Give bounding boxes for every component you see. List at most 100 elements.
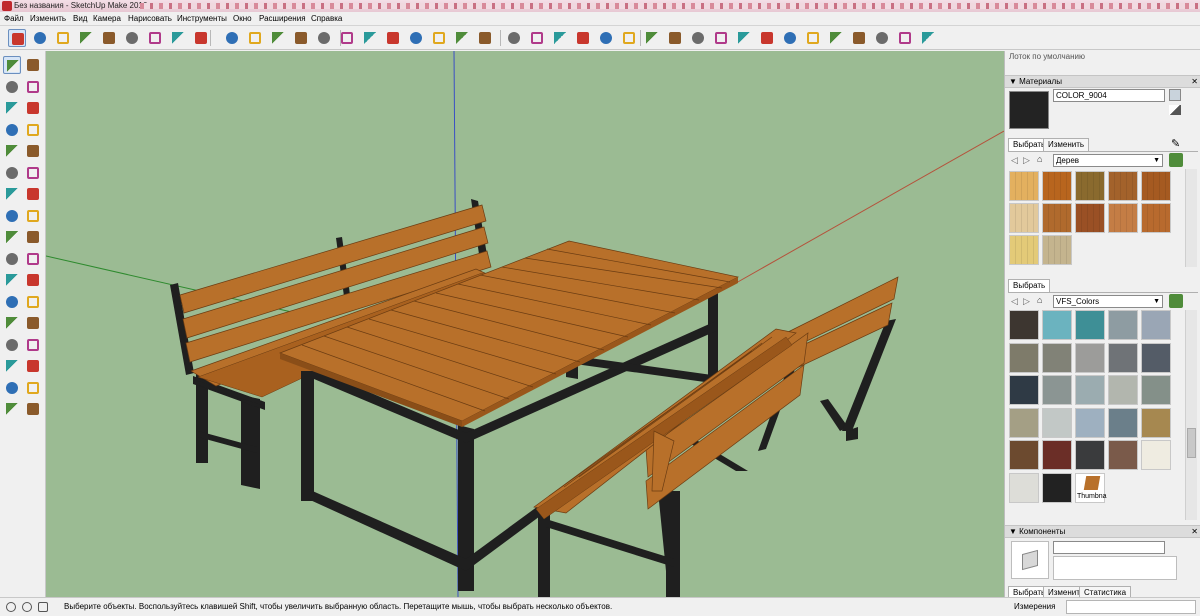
rotate-tool-button[interactable] xyxy=(3,207,21,225)
color-material-swatch[interactable] xyxy=(1075,310,1105,340)
soften-button[interactable] xyxy=(574,29,592,47)
color-material-swatch[interactable] xyxy=(1009,472,1039,503)
wood-material-swatch[interactable] xyxy=(1009,235,1039,265)
create-material-icon[interactable] xyxy=(1169,89,1181,101)
component-name-field[interactable] xyxy=(1053,541,1165,554)
drawing-area[interactable] xyxy=(46,51,1004,597)
select-button[interactable] xyxy=(8,29,26,47)
zoom-tool-button[interactable] xyxy=(3,336,21,354)
component-tool-button[interactable] xyxy=(24,56,42,74)
zoom-window-tool-button[interactable] xyxy=(24,336,42,354)
offset-button[interactable] xyxy=(292,29,310,47)
color-material-swatch[interactable] xyxy=(1075,375,1105,405)
wood-material-swatch[interactable] xyxy=(1042,171,1072,201)
plugin-dot-button[interactable] xyxy=(804,29,822,47)
orbit-tool-button[interactable] xyxy=(3,314,21,332)
color-collection-select[interactable]: VFS_Colors ▼ xyxy=(1053,295,1163,308)
color-material-swatch[interactable] xyxy=(1108,310,1138,340)
color-material-swatch[interactable] xyxy=(1108,375,1138,405)
circle-tool-button[interactable] xyxy=(3,142,21,160)
plugin-rt-button[interactable] xyxy=(712,29,730,47)
model-view[interactable] xyxy=(46,51,1004,597)
color-material-swatch[interactable] xyxy=(1108,440,1138,470)
color-material-swatch[interactable] xyxy=(1042,440,1072,470)
position-camera-tool-button[interactable] xyxy=(3,379,21,397)
rectangle-button[interactable] xyxy=(146,29,164,47)
dimension-tool-button[interactable] xyxy=(24,250,42,268)
details-icon[interactable] xyxy=(1169,153,1183,167)
protractor-tool-button[interactable] xyxy=(3,271,21,289)
color-material-swatch[interactable] xyxy=(1009,310,1039,340)
orbit-button[interactable] xyxy=(361,29,379,47)
dropdown-button[interactable] xyxy=(77,29,95,47)
thumbnail-swatch[interactable]: Thumbna xyxy=(1075,472,1107,503)
collection-select[interactable]: Дерев ▼ xyxy=(1053,154,1163,167)
scale-tool-button[interactable] xyxy=(3,228,21,246)
line-tool-button[interactable] xyxy=(3,99,21,117)
tape-measure-button[interactable] xyxy=(315,29,333,47)
color-material-swatch[interactable] xyxy=(1075,342,1105,373)
plugin-tag-button[interactable] xyxy=(666,29,684,47)
warehouse-button[interactable] xyxy=(453,29,471,47)
home-icon[interactable]: ⌂ xyxy=(1037,154,1042,164)
section-tool-button[interactable] xyxy=(24,400,42,418)
sun-button[interactable] xyxy=(528,29,546,47)
paint-tool-button[interactable] xyxy=(3,78,21,96)
color-material-swatch[interactable] xyxy=(1009,407,1039,438)
wood-material-swatch[interactable] xyxy=(1141,171,1171,201)
freehand-tool-button[interactable] xyxy=(24,99,42,117)
plugin-br-button[interactable] xyxy=(735,29,753,47)
tape-tool-button[interactable] xyxy=(3,250,21,268)
rotate-button[interactable] xyxy=(246,29,264,47)
forward-icon[interactable]: ▷ xyxy=(1023,296,1030,306)
color-material-swatch[interactable] xyxy=(1141,407,1171,438)
menu-window[interactable]: Окно xyxy=(233,12,252,26)
text-tool-button[interactable] xyxy=(24,271,42,289)
polygon-tool-button[interactable] xyxy=(24,142,42,160)
zoom-button[interactable] xyxy=(407,29,425,47)
plugin-globe-button[interactable] xyxy=(919,29,937,47)
pie-tool-button[interactable] xyxy=(24,164,42,182)
axes-tool-button[interactable] xyxy=(3,293,21,311)
measurements-input[interactable] xyxy=(1066,600,1196,614)
rectangle-tool-button[interactable] xyxy=(3,121,21,139)
menu-help[interactable]: Справка xyxy=(311,12,342,26)
plugin-r-button[interactable] xyxy=(689,29,707,47)
look-around-tool-button[interactable] xyxy=(3,400,21,418)
zoom-extents-tool-button[interactable] xyxy=(3,357,21,375)
move-button[interactable] xyxy=(269,29,287,47)
color-material-swatch[interactable] xyxy=(1108,342,1138,373)
forward-icon[interactable]: ▷ xyxy=(1023,155,1030,165)
terrain-button[interactable] xyxy=(551,29,569,47)
color-material-swatch[interactable] xyxy=(1009,375,1039,405)
pan-tool-button[interactable] xyxy=(24,314,42,332)
push-pull-tool-button[interactable] xyxy=(24,185,42,203)
walk-tool-button[interactable] xyxy=(24,379,42,397)
back-icon[interactable]: ◁ xyxy=(1011,296,1018,306)
component-description-field[interactable] xyxy=(1053,556,1177,580)
add-location-button[interactable] xyxy=(505,29,523,47)
color-material-swatch[interactable] xyxy=(1042,342,1072,373)
plugin-bird-button[interactable] xyxy=(827,29,845,47)
color-material-swatch[interactable] xyxy=(1042,310,1072,340)
color-material-swatch[interactable] xyxy=(1009,440,1039,470)
menu-view[interactable]: Вид xyxy=(73,12,87,26)
info-icon[interactable] xyxy=(6,602,16,612)
credits-icon[interactable] xyxy=(22,602,32,612)
color-material-swatch[interactable] xyxy=(1141,440,1171,470)
color-material-swatch[interactable] xyxy=(1141,375,1171,405)
menu-tools[interactable]: Инструменты xyxy=(177,12,227,26)
pencil-button[interactable] xyxy=(54,29,72,47)
close-icon[interactable]: ✕ xyxy=(1191,526,1198,538)
wood-material-swatch[interactable] xyxy=(1009,203,1039,233)
follow-me-button[interactable] xyxy=(223,29,241,47)
menu-draw[interactable]: Нарисовать xyxy=(128,12,172,26)
flip-button[interactable] xyxy=(597,29,615,47)
wood-material-swatch[interactable] xyxy=(1042,203,1072,233)
color-material-swatch[interactable] xyxy=(1075,440,1105,470)
color-material-swatch[interactable] xyxy=(1108,407,1138,438)
dropdown-button[interactable] xyxy=(123,29,141,47)
zoom-extents-button[interactable] xyxy=(430,29,448,47)
wood-material-swatch[interactable] xyxy=(1042,235,1072,265)
follow-me-tool-button[interactable] xyxy=(24,207,42,225)
